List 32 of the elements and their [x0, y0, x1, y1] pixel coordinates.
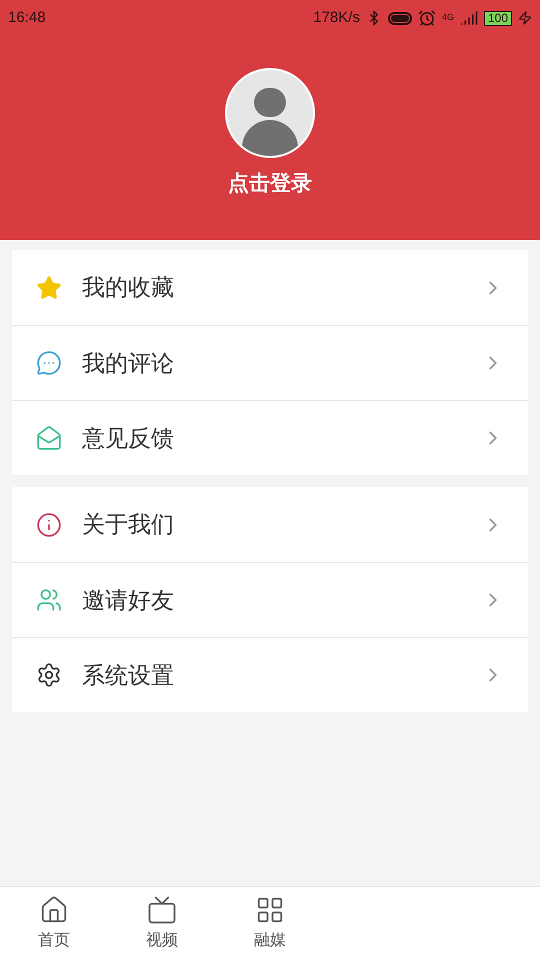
- menu-label: 系统设置: [82, 660, 174, 690]
- menu-label: 我的评论: [82, 348, 174, 378]
- menu-label: 关于我们: [82, 510, 174, 540]
- star-icon: [36, 274, 62, 300]
- network-type: 4G: [442, 10, 454, 24]
- charging-icon: [518, 11, 532, 25]
- menu-label: 我的收藏: [82, 273, 174, 302]
- menu-item[interactable]: 我的评论: [12, 325, 528, 400]
- menu-item[interactable]: 系统设置: [12, 637, 528, 712]
- signal-icon: [460, 9, 478, 27]
- menu-item[interactable]: 意见反馈: [12, 400, 528, 475]
- home-icon: [39, 894, 69, 924]
- envelope-icon: [36, 425, 62, 451]
- menu-item[interactable]: 邀请好友: [12, 562, 528, 637]
- tab-item[interactable]: 融媒: [216, 887, 324, 960]
- tab-item[interactable]: 首页: [0, 887, 108, 960]
- tab-item[interactable]: 视频: [108, 887, 216, 960]
- settings-icon: [36, 662, 62, 688]
- login-link[interactable]: 点击登录: [228, 168, 312, 200]
- chat-bubble-icon: [36, 350, 62, 376]
- network-speed: 178K/s: [313, 8, 360, 28]
- people-icon: [36, 587, 62, 613]
- alarm-icon: [418, 9, 436, 27]
- info-icon: [36, 512, 62, 538]
- toggle-icon: [388, 12, 412, 24]
- menu-item[interactable]: 关于我们: [12, 487, 528, 562]
- menu-label: 邀请好友: [82, 586, 174, 615]
- battery-level: 100: [484, 10, 512, 26]
- menu-item[interactable]: 我的收藏: [12, 250, 528, 325]
- menu-label: 意见反馈: [82, 424, 174, 453]
- tv-icon: [147, 894, 177, 924]
- clock: 16:48: [8, 8, 46, 28]
